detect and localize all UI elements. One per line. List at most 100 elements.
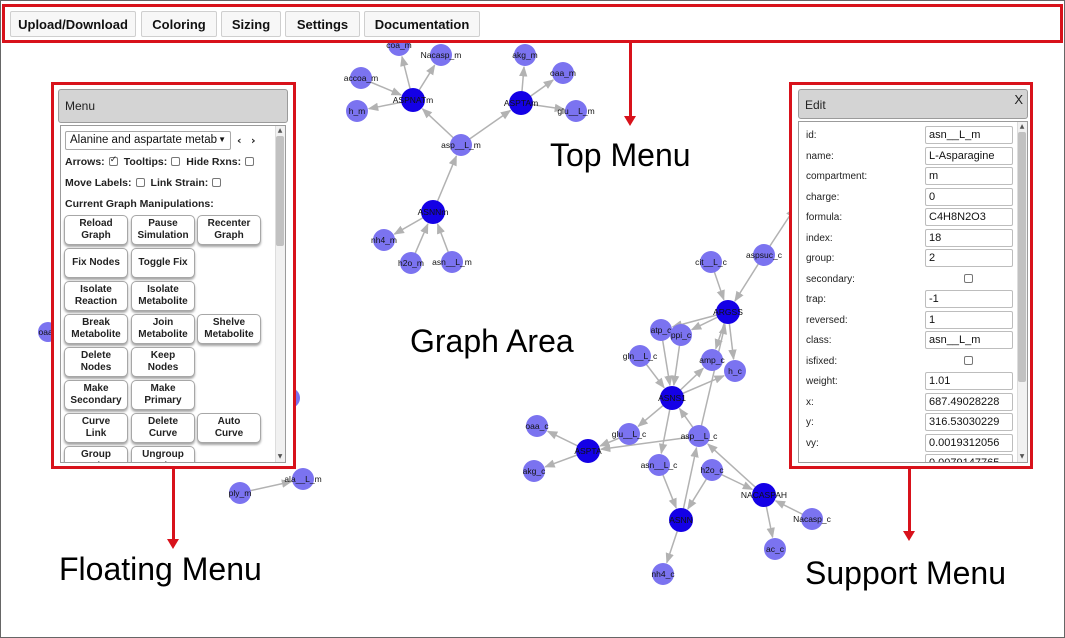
previous-pathway-icon[interactable]: ‹ bbox=[237, 134, 242, 147]
edit-field-input[interactable]: 18 bbox=[925, 228, 1013, 247]
metabolite-node[interactable]: gln__L_c bbox=[623, 345, 658, 367]
metabolite-node[interactable]: oaa_c bbox=[525, 415, 549, 437]
graph-manipulation-button[interactable]: Delete Nodes bbox=[64, 347, 128, 377]
scroll-down-icon[interactable]: ▼ bbox=[276, 453, 284, 461]
edit-field-input[interactable]: 1.01 bbox=[925, 372, 1013, 390]
metabolite-node[interactable]: asn__L_m bbox=[432, 251, 472, 273]
scroll-down-icon[interactable]: ▼ bbox=[1018, 453, 1026, 461]
metabolite-node[interactable]: h_m bbox=[346, 100, 368, 122]
scroll-up-icon[interactable]: ▲ bbox=[1018, 123, 1026, 131]
metabolite-node[interactable]: asn__L_c bbox=[641, 454, 679, 476]
metabolite-node[interactable]: akg_c bbox=[523, 460, 546, 482]
edit-field-input[interactable]: L-Asparagine bbox=[925, 146, 1013, 165]
metabolite-node[interactable]: ac_c bbox=[764, 538, 786, 560]
edit-field-input[interactable]: m bbox=[925, 167, 1013, 185]
graph-manipulation-button[interactable]: Group Nodes bbox=[64, 446, 128, 462]
edit-field-checkbox[interactable] bbox=[964, 273, 973, 283]
reaction-node[interactable]: ASPTA bbox=[574, 439, 602, 463]
metabolite-node[interactable]: asp__L_m bbox=[441, 134, 481, 156]
settings-button[interactable]: Settings bbox=[285, 11, 360, 37]
reaction-node[interactable]: ASNN bbox=[669, 508, 693, 532]
edit-field-input[interactable]: C4H8N2O3 bbox=[925, 208, 1013, 226]
edit-field-label: weight: bbox=[806, 376, 838, 387]
link-strain-checkbox[interactable] bbox=[212, 178, 222, 187]
metabolite-node[interactable]: akg_m bbox=[512, 44, 538, 66]
edit-field-input[interactable]: 316.53030229 bbox=[925, 413, 1013, 431]
graph-manipulation-button[interactable]: Keep Nodes bbox=[131, 347, 195, 377]
documentation-button[interactable]: Documentation bbox=[364, 11, 480, 37]
metabolite-node[interactable]: aspsuc_c bbox=[746, 244, 783, 266]
graph-manipulation-button[interactable]: Toggle Fix bbox=[131, 248, 195, 278]
metabolite-node[interactable]: cit__L_c bbox=[695, 251, 728, 273]
tooltips-checkbox[interactable] bbox=[171, 157, 181, 166]
graph-manipulation-button[interactable]: Ungroup Nodes bbox=[131, 446, 195, 462]
metabolite-node[interactable]: h2o_m bbox=[398, 252, 424, 274]
metabolite-node[interactable]: h2o_c bbox=[700, 459, 724, 481]
graph-manipulation-button[interactable]: Shelve Metabolite bbox=[197, 314, 261, 344]
graph-manipulation-button[interactable]: Reload Graph bbox=[64, 215, 128, 245]
edit-panel-title[interactable]: Edit bbox=[798, 89, 1028, 119]
scroll-thumb[interactable] bbox=[1018, 132, 1026, 382]
metabolite-node[interactable]: ala__L_m bbox=[284, 468, 322, 490]
move-labels-checkbox[interactable] bbox=[135, 178, 145, 187]
edit-panel-scrollbar[interactable]: ▲ ▼ bbox=[1017, 122, 1027, 462]
reaction-node[interactable]: ASPNATm bbox=[393, 88, 433, 112]
graph-manipulation-button[interactable]: Delete Curve bbox=[131, 413, 195, 443]
graph-manipulation-button[interactable]: Join Metabolite bbox=[131, 314, 195, 344]
edit-field-input[interactable]: 687.49028228 bbox=[925, 392, 1013, 411]
metabolite-node[interactable]: glu__L_c bbox=[612, 423, 647, 445]
edit-field-input[interactable]: asn__L_m bbox=[925, 126, 1013, 144]
pathway-select[interactable]: Alanine and aspartate metab ▼ bbox=[65, 131, 231, 150]
support-menu-callout: Support Menu bbox=[805, 555, 1007, 591]
upload-download-button[interactable]: Upload/Download bbox=[10, 11, 136, 37]
edit-field-input[interactable]: 0.0019312056 bbox=[925, 433, 1013, 452]
edit-field-row: vy: 0.0019312056 bbox=[799, 433, 1017, 454]
graph-manipulation-button[interactable]: Make Secondary bbox=[64, 380, 128, 410]
edit-field-label: name: bbox=[806, 150, 834, 162]
hide-rxns-checkbox[interactable] bbox=[245, 157, 255, 166]
arrows-label: Arrows: bbox=[65, 156, 105, 168]
next-pathway-icon[interactable]: › bbox=[251, 134, 256, 147]
arrows-checkbox[interactable] bbox=[108, 155, 118, 166]
reaction-node[interactable]: ARGSS bbox=[713, 300, 743, 324]
reaction-node[interactable]: ASNNm bbox=[418, 200, 449, 224]
graph-manipulation-button[interactable]: Fix Nodes bbox=[64, 248, 128, 278]
graph-manipulation-button[interactable]: Auto Curve bbox=[197, 413, 261, 443]
edit-field-label: x: bbox=[806, 396, 814, 408]
floating-menu-scrollbar[interactable]: ▲ ▼ bbox=[275, 126, 285, 462]
metabolite-node[interactable]: ppi_c bbox=[670, 324, 692, 346]
floating-menu-title[interactable]: Menu bbox=[58, 89, 288, 123]
metabolite-node[interactable]: Nacasp_m bbox=[421, 44, 462, 66]
graph-manipulation-button[interactable]: Curve Link bbox=[64, 413, 128, 443]
edit-field-input[interactable]: -1 bbox=[925, 290, 1013, 308]
metabolite-node[interactable]: ply_m bbox=[229, 482, 252, 504]
edit-field-input[interactable]: 0 bbox=[925, 187, 1013, 206]
close-icon[interactable]: X bbox=[1014, 92, 1023, 107]
edit-field-checkbox[interactable] bbox=[964, 355, 973, 365]
graph-manipulation-button[interactable]: Isolate Metabolite bbox=[131, 281, 195, 311]
graph-manipulation-button[interactable]: Pause Simulation bbox=[131, 215, 195, 245]
metabolite-node[interactable]: accoa_m bbox=[344, 67, 379, 89]
metabolite-node[interactable]: glu__L_m bbox=[557, 100, 595, 122]
scroll-thumb[interactable] bbox=[276, 136, 284, 246]
metabolite-node[interactable]: nh4_c bbox=[651, 563, 675, 585]
metabolite-node[interactable]: amp_c bbox=[699, 349, 726, 371]
metabolite-node[interactable]: asp__L_c bbox=[681, 425, 719, 447]
edit-field-row: secondary: bbox=[799, 269, 1017, 290]
metabolite-node[interactable]: nh4_m bbox=[371, 229, 397, 251]
graph-manipulation-button[interactable]: Break Metabolite bbox=[64, 314, 128, 344]
edit-field-input[interactable]: asn__L_m bbox=[925, 331, 1013, 349]
sizing-button[interactable]: Sizing bbox=[221, 11, 281, 37]
scroll-up-icon[interactable]: ▲ bbox=[276, 127, 284, 135]
metabolite-node[interactable]: oaa_m bbox=[550, 62, 576, 84]
metabolite-node[interactable]: atp_c bbox=[650, 319, 672, 341]
coloring-button[interactable]: Coloring bbox=[141, 11, 217, 37]
edit-field-input[interactable]: 1 bbox=[925, 310, 1013, 329]
metabolite-node[interactable]: h_c bbox=[724, 360, 746, 382]
edit-field-input[interactable]: 2 bbox=[925, 249, 1013, 267]
graph-manipulation-button[interactable]: Make Primary bbox=[131, 380, 195, 410]
edit-field-input[interactable]: 0.0079147765 bbox=[925, 454, 1013, 462]
metabolite-node[interactable]: Nacasp_c bbox=[793, 508, 832, 530]
graph-manipulation-button[interactable]: Isolate Reaction bbox=[64, 281, 128, 311]
graph-manipulation-button[interactable]: Recenter Graph bbox=[197, 215, 261, 245]
